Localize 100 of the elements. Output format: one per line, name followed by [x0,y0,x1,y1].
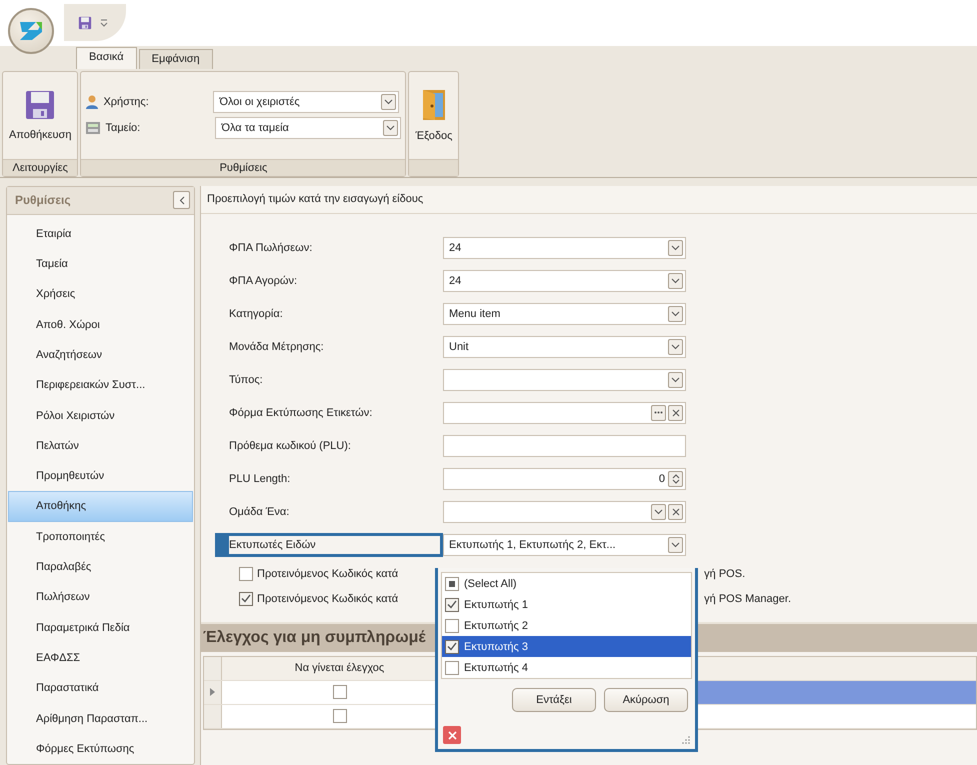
dropdown-field[interactable]: Όλα τα ταμεία [215,117,402,140]
checkbox[interactable] [445,576,459,590]
cancel-button[interactable]: Ακύρωση [604,688,688,712]
collapse-button[interactable] [173,191,190,210]
clear-button[interactable] [668,404,683,421]
checkbox[interactable] [445,660,459,674]
row-header[interactable] [204,680,222,704]
resize-grip-icon[interactable] [682,736,690,744]
option-label: Προτεινόμενος Κωδικός κατά [257,592,398,605]
sidebar-item[interactable]: Παραμετρικά Πεδία [8,612,193,643]
field-value: Menu item [449,308,500,320]
customize-arrow-icon[interactable] [100,18,108,27]
option-label: γή POS Manager. [704,592,791,605]
field-label: Χρήστης: [103,96,150,108]
sidebar-item[interactable]: Αποθήκης [8,491,193,522]
dropdown-button[interactable] [651,504,666,520]
field-label: Ομάδα Ένα: [228,504,290,520]
field-value: 24 [449,274,462,287]
chevron-down-icon [386,125,396,132]
item-label: Εκτυπωτής 1 [464,598,528,610]
dropdown-button[interactable] [668,372,683,388]
sidebar-item[interactable]: Τροποποιητές [8,522,193,552]
up-down-arrows-icon [672,472,680,485]
field-label: Κατηγορία: [228,306,284,322]
dropdown-button[interactable] [383,120,398,136]
sidebar-item[interactable]: Πελατών [8,430,193,462]
sidebar-item[interactable]: Πωλήσεων [8,582,193,613]
chevron-left-icon [178,196,184,205]
chevron-down-icon [671,278,680,284]
sidebar-item[interactable]: Αρίθμηση Παρασταπ... [8,703,193,734]
dropdown-button[interactable] [381,94,396,110]
dropdown-field[interactable]: 24 [443,236,686,259]
field-label: Εκτυπωτές Ειδών [215,532,443,557]
checkbox[interactable] [445,598,459,612]
dropdown-button[interactable] [668,536,683,553]
save-button[interactable]: Αποθήκευση [7,87,74,144]
text-field[interactable] [443,434,686,457]
ellipsis-button[interactable] [651,404,666,421]
sidebar-item[interactable]: Παραστατικά [8,673,193,704]
cash-register-icon [85,121,102,136]
dropdown-field[interactable]: Menu item [443,302,686,325]
checkbox[interactable] [445,618,459,632]
clear-button[interactable] [668,504,683,520]
checkbox[interactable] [445,640,459,654]
exit-button[interactable]: Έξοδος [413,86,454,144]
dropdown-field[interactable] [443,500,686,523]
dropdown-field[interactable]: Unit [443,336,686,358]
sidebar-title: Ρυθμίσεις [15,193,71,208]
save-quick-button[interactable] [78,16,92,30]
chevron-down-icon [671,344,680,350]
checkbox[interactable] [332,685,346,700]
ellipsis-icon [654,411,663,414]
number-field[interactable]: 0 [443,468,686,490]
chevron-down-icon [671,310,680,317]
sidebar-item[interactable]: Φόρμες Εκτύπωσης [8,734,193,764]
sidebar-item[interactable]: Περιφερειακών Συστ... [8,370,193,400]
checkbox[interactable] [239,592,253,606]
sidebar-item[interactable]: ΕΑΦΔΣΣ [8,642,193,674]
dropdown-field[interactable]: Εκτυπωτής 1, Εκτυπωτής 2, Εκτ... [443,534,686,556]
field-label: Ταμείο: [105,122,142,134]
field-value: 24 [449,242,462,254]
group-caption: Ρυθμίσεις [81,158,406,176]
sidebar-item[interactable]: Χρήσεις [8,279,193,310]
dropdown-button[interactable] [668,240,683,256]
close-button[interactable] [443,726,461,744]
item-label: Εκτυπωτής 3 [464,640,528,652]
sidebar-item[interactable]: Ρόλοι Χειριστών [8,400,193,431]
sidebar-item[interactable]: Εταιρία [8,218,193,249]
spin-button[interactable] [668,470,683,487]
field-label: Μονάδα Μέτρησης: [228,340,325,355]
dropdown-field[interactable]: 24 [443,270,686,292]
dropdown-button[interactable] [668,306,683,322]
field-value: Unit [449,340,469,353]
dropdown-field[interactable] [443,368,686,391]
picker-field[interactable] [443,402,686,424]
ok-button[interactable]: Εντάξει [512,688,596,712]
ribbon-tab[interactable]: Βασικά [76,46,137,69]
sidebar-item[interactable]: Προμηθευτών [8,461,193,492]
dropdown-button[interactable] [668,272,683,289]
checkbox[interactable] [332,709,346,724]
list-item[interactable]: Εκτυπωτής 3 [442,636,691,657]
user-icon [85,95,100,110]
close-icon [672,408,680,417]
sidebar-item[interactable]: Αποθ. Χώροι [8,310,193,340]
close-icon [448,730,456,740]
field-label: Πρόθεμα κωδικού (PLU): [228,438,352,454]
checkbox[interactable] [239,566,253,581]
chevron-down-icon [671,244,680,251]
item-label: (Select All) [464,578,517,590]
close-icon [672,508,680,516]
group-caption: Λειτουργίες [3,158,78,176]
sidebar-item[interactable]: Παραλαβές [8,552,193,582]
chevron-down-icon [654,508,663,515]
dropdown-field[interactable]: Όλοι οι χειριστές [213,91,400,114]
ribbon-tab[interactable]: Εμφάνιση [138,48,213,69]
sidebar-item[interactable]: Ταμεία [8,248,193,280]
dropdown-button[interactable] [668,338,683,355]
field-label: PLU Length: [228,472,292,487]
sidebar-item[interactable]: Αναζητήσεων [8,340,193,370]
chevron-down-icon [384,99,394,106]
